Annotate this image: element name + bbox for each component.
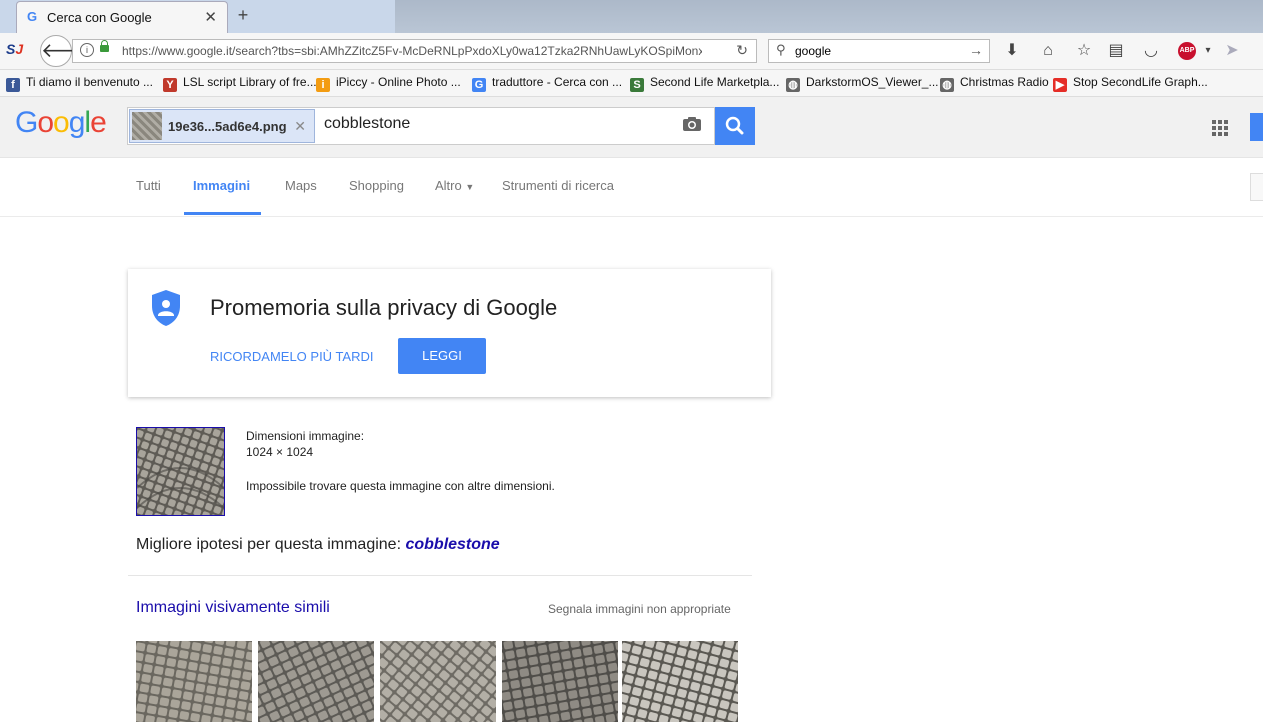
privacy-title: Promemoria sulla privacy di Google: [210, 295, 558, 320]
search-icon: [725, 116, 744, 135]
back-button[interactable]: 🡐: [40, 35, 95, 67]
report-images-link[interactable]: Segnala immagini non appropriate: [548, 602, 731, 616]
home-icon[interactable]: ⌂: [1037, 41, 1059, 63]
bookmark-label: LSL script Library of fre...: [183, 75, 317, 89]
similar-image-thumbnail[interactable]: [136, 641, 252, 722]
bookmark-label: iPiccy - Online Photo ...: [336, 75, 461, 89]
lsl-icon: Y: [163, 78, 177, 92]
bookmark-item[interactable]: i iPiccy - Online Photo ...: [316, 75, 461, 92]
section-divider: [128, 575, 752, 576]
globe-icon: ◍: [940, 78, 954, 92]
ipiccy-icon: i: [316, 78, 330, 92]
search-type-tabs: Tutti Immagini Maps Shopping Altro ▼ Str…: [0, 158, 1263, 217]
camera-icon[interactable]: [682, 116, 702, 132]
bookmark-item[interactable]: S Second Life Marketpla...: [630, 75, 779, 92]
similar-image-thumbnail[interactable]: [502, 641, 618, 722]
active-tab-indicator: [184, 212, 261, 215]
bookmark-label: Stop SecondLife Graph...: [1073, 75, 1208, 89]
similar-image-thumbnail[interactable]: [258, 641, 374, 722]
shield-user-icon: [152, 290, 180, 326]
download-icon[interactable]: ⬇: [1001, 41, 1023, 63]
image-dimensions-label: Dimensioni immagine:: [246, 429, 365, 443]
privacy-reminder-card: Promemoria sulla privacy di Google RICOR…: [128, 269, 771, 397]
best-guess-text: Migliore ipotesi per questa immagine: co…: [136, 536, 500, 554]
tab-images[interactable]: Immagini: [193, 178, 250, 193]
remind-later-button[interactable]: RICORDAMELO PIÙ TARDI: [210, 349, 373, 364]
apps-grid-icon[interactable]: [1212, 120, 1228, 136]
tab-more[interactable]: Altro ▼: [435, 178, 474, 193]
no-other-sizes-text: Impossibile trovare questa immagine con …: [246, 479, 555, 493]
tab-shopping[interactable]: Shopping: [349, 178, 404, 193]
bookmark-label: Christmas Radio: [960, 75, 1049, 89]
abp-dropdown-icon[interactable]: ▾: [1197, 41, 1219, 63]
chip-thumbnail: [132, 112, 162, 140]
search-go-arrow-icon[interactable]: →: [969, 42, 983, 58]
bookmark-label: Ti diamo il benvenuto ...: [26, 75, 153, 89]
url-text[interactable]: https://www.google.it/search?tbs=sbi:AMh…: [122, 44, 702, 58]
browser-tab-strip: G Cerca con Google ✕ +: [0, 0, 1263, 34]
send-icon[interactable]: ➤: [1221, 41, 1243, 63]
tab-maps[interactable]: Maps: [285, 178, 317, 193]
bookmarks-list-icon[interactable]: ▤: [1105, 41, 1127, 63]
search-query-text[interactable]: cobblestone: [324, 115, 410, 133]
reload-icon[interactable]: ↻: [736, 42, 748, 59]
read-button[interactable]: LEGGI: [398, 338, 486, 374]
bookmark-item[interactable]: Gtraduttore - Cerca con ...: [472, 75, 622, 92]
tab-more-label: Altro: [435, 178, 462, 193]
tab-title: Cerca con Google: [47, 10, 152, 25]
background-window-area: [395, 0, 1263, 33]
sj-extension-icon[interactable]: SJ: [6, 41, 30, 61]
best-guess-link[interactable]: cobblestone: [405, 536, 499, 553]
bookmark-label: DarkstormOS_Viewer_...: [806, 75, 939, 89]
safesearch-settings-button[interactable]: [1250, 173, 1263, 201]
adblock-plus-icon[interactable]: ABP: [1178, 42, 1196, 60]
bookmark-label: traduttore - Cerca con ...: [492, 75, 623, 89]
bookmark-star-icon[interactable]: ☆: [1073, 41, 1095, 63]
globe-icon: ◍: [786, 78, 800, 92]
caret-down-icon: ▼: [465, 182, 475, 192]
similar-image-thumbnail[interactable]: [622, 641, 738, 722]
bookmark-item[interactable]: f Ti diamo il benvenuto ...: [6, 75, 153, 92]
best-guess-prefix: Migliore ipotesi per questa immagine:: [136, 536, 406, 553]
google-logo[interactable]: Google: [15, 106, 107, 140]
chip-remove-icon[interactable]: ✕: [294, 118, 306, 135]
pocket-icon[interactable]: ◡: [1140, 41, 1162, 63]
bookmark-label: Second Life Marketpla...: [650, 75, 780, 89]
bookmark-item[interactable]: ▶ Stop SecondLife Graph...: [1053, 75, 1208, 92]
browser-navigation-bar: SJ 🡐 i https://www.google.it/search?tbs=…: [0, 33, 1263, 70]
browser-tab-active[interactable]: G Cerca con Google ✕: [16, 1, 228, 34]
lock-icon: [100, 40, 109, 52]
query-image-thumbnail[interactable]: [136, 427, 225, 516]
similar-images-heading[interactable]: Immagini visivamente simili: [136, 599, 330, 617]
google-header: Google 19e36...5ad6e4.png ✕ cobblestone: [0, 97, 1263, 158]
google-favicon-icon: G: [27, 9, 38, 24]
image-dimensions-value: 1024 × 1024: [246, 445, 314, 459]
bookmark-item[interactable]: ◍ DarkstormOS_Viewer_...: [786, 75, 939, 92]
tab-search-tools[interactable]: Strumenti di ricerca: [502, 178, 614, 193]
bookmarks-toolbar: f Ti diamo il benvenuto ... Y LSL script Li…: [0, 70, 1263, 97]
similar-image-thumbnail[interactable]: [380, 641, 496, 722]
sign-in-button[interactable]: [1250, 113, 1263, 141]
second-life-icon: S: [630, 78, 644, 92]
search-icon: ⚲: [776, 42, 786, 57]
google-search-button[interactable]: [715, 107, 755, 145]
bookmark-item[interactable]: Y LSL script Library of fre...: [163, 75, 317, 92]
chip-filename: 19e36...5ad6e4.png: [168, 119, 287, 134]
browser-search-bar[interactable]: ⚲ →: [768, 39, 990, 63]
tab-all[interactable]: Tutti: [136, 178, 161, 193]
google-icon: G: [472, 78, 486, 92]
address-bar[interactable]: i https://www.google.it/search?tbs=sbi:A…: [72, 39, 757, 63]
browser-search-input[interactable]: [793, 43, 957, 59]
search-image-chip[interactable]: 19e36...5ad6e4.png ✕: [129, 109, 315, 143]
facebook-icon: f: [6, 78, 20, 92]
google-search-box[interactable]: 19e36...5ad6e4.png ✕ cobblestone: [127, 107, 715, 145]
new-tab-button[interactable]: +: [232, 4, 254, 26]
bookmark-item[interactable]: ◍ Christmas Radio: [940, 75, 1049, 92]
tab-close-icon[interactable]: ✕: [204, 8, 217, 26]
info-icon[interactable]: i: [80, 43, 94, 57]
youtube-icon: ▶: [1053, 78, 1067, 92]
